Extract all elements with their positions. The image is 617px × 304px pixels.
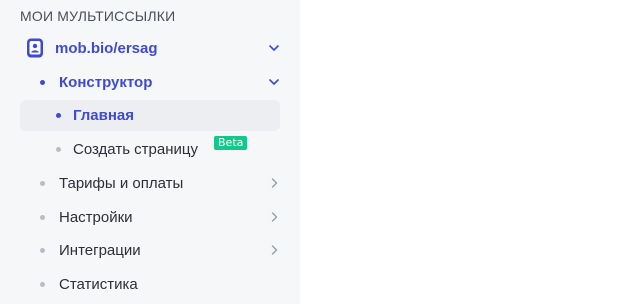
sidebar-item-statistics[interactable]: Статистика — [0, 269, 300, 299]
bullet-dot — [40, 281, 45, 287]
sidebar-item-label: Тарифы и оплаты — [59, 174, 184, 192]
main-content-area — [300, 0, 617, 304]
sidebar-item-label: Создать страницу — [73, 140, 198, 158]
sidebar-item-integrations[interactable]: Интеграции — [0, 235, 300, 265]
bullet-dot — [56, 146, 61, 152]
chevron-right-icon[interactable] — [268, 244, 280, 256]
bullet-dot — [40, 247, 45, 253]
chevron-right-icon[interactable] — [268, 177, 280, 189]
sidebar-item-label: Настройки — [59, 208, 133, 226]
sidebar-item-label: Главная — [73, 107, 135, 124]
sidebar-subitem-main[interactable]: Главная — [20, 100, 280, 131]
section-title: Мои мультиссылки — [20, 8, 176, 24]
sidebar: Мои мультиссылки mob.bio/ersag Конструкт… — [0, 0, 300, 304]
sidebar-subitem-create-page[interactable]: Создать страницу — [0, 134, 300, 164]
sidebar-item-label: Статистика — [59, 275, 138, 293]
sidebar-item-settings[interactable]: Настройки — [0, 202, 300, 232]
bullet-dot — [56, 113, 61, 118]
beta-badge: Beta — [214, 136, 248, 150]
bullet-dot — [40, 214, 45, 220]
bullet-dot — [40, 79, 45, 85]
sidebar-item-tariffs[interactable]: Тарифы и оплаты — [0, 168, 300, 198]
sidebar-site-item[interactable]: mob.bio/ersag — [0, 33, 300, 63]
sidebar-item-label: Интеграции — [59, 241, 141, 259]
chevron-down-icon[interactable] — [268, 76, 280, 88]
profile-card-icon — [26, 38, 44, 58]
sidebar-item-constructor[interactable]: Конструктор — [0, 67, 300, 97]
site-label: mob.bio/ersag — [55, 39, 158, 57]
sidebar-item-label: Конструктор — [59, 73, 153, 91]
bullet-dot — [40, 180, 45, 186]
chevron-down-icon[interactable] — [268, 42, 280, 54]
chevron-right-icon[interactable] — [268, 211, 280, 223]
